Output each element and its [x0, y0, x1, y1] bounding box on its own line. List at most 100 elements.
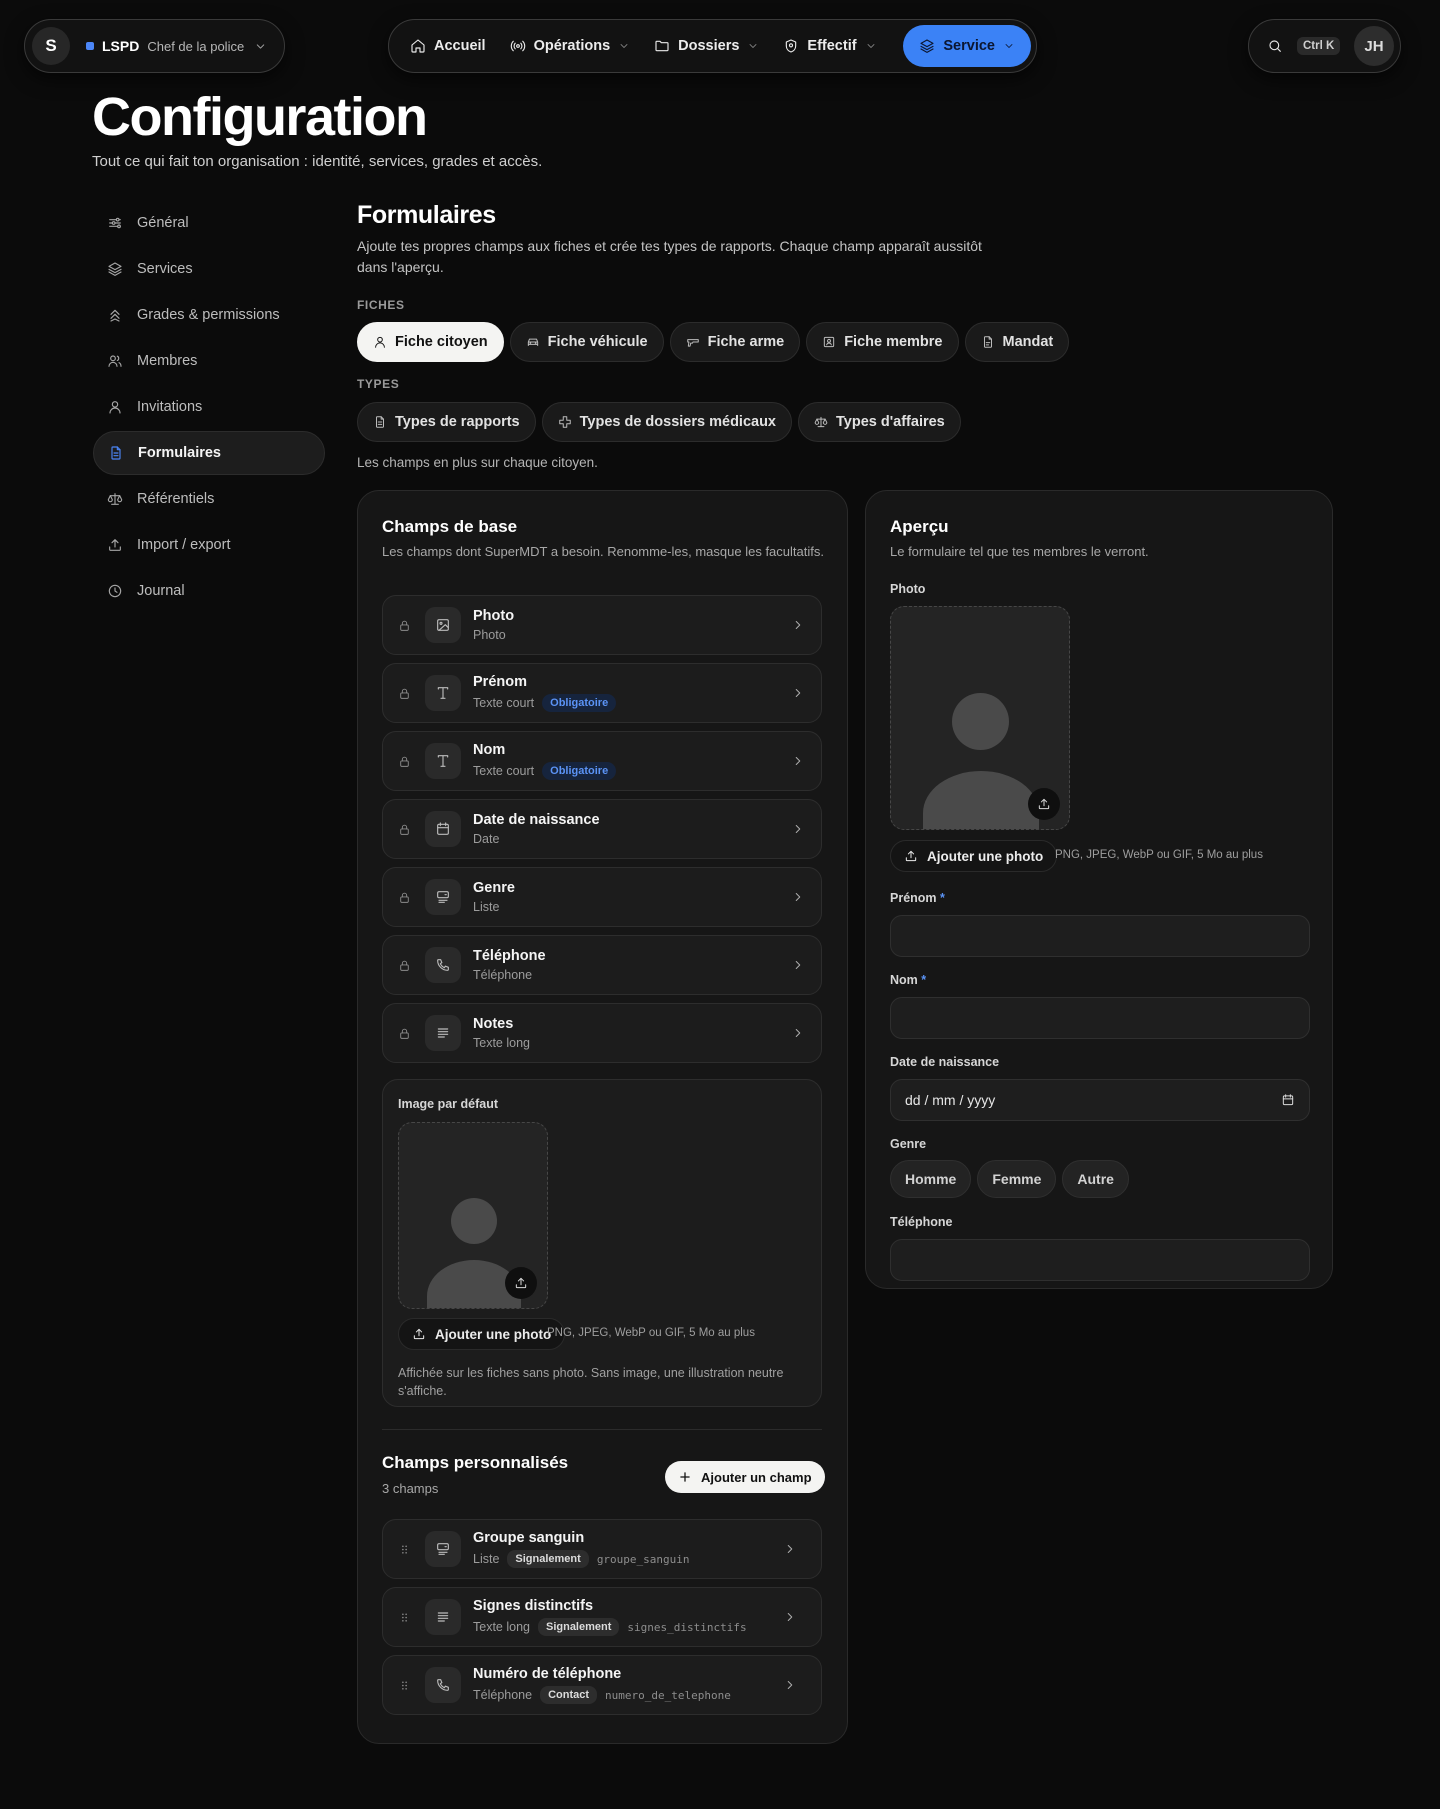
genre-option-homme[interactable]: Homme	[890, 1160, 972, 1198]
tab-label: Fiche citoyen	[395, 334, 488, 350]
sidebar-item-label: Formulaires	[138, 445, 221, 461]
custom-field-numero-telephone[interactable]: Numéro de téléphone Téléphone Contact nume…	[382, 1655, 822, 1715]
preview-dob-input[interactable]: dd / mm / yyyy	[890, 1079, 1310, 1121]
file-text-icon	[111, 446, 121, 460]
layers-icon	[108, 262, 122, 276]
lock-icon	[383, 959, 425, 972]
field-category-badge: Signalement	[537, 1618, 620, 1636]
phone-icon	[425, 1667, 461, 1703]
preview-photo-dropzone[interactable]	[890, 606, 1070, 830]
genre-option-autre[interactable]: Autre	[1062, 1160, 1129, 1198]
org-switcher[interactable]: S LSPD Chef de la police	[24, 19, 285, 73]
nav-service[interactable]: Service	[903, 25, 1031, 67]
file-text-icon	[376, 416, 384, 428]
section-divider	[382, 1429, 822, 1430]
clock-icon	[108, 584, 122, 598]
search-icon[interactable]	[1267, 38, 1283, 54]
tab-fiche-citoyen[interactable]: Fiche citoyen	[357, 322, 504, 362]
org-role: Chef de la police	[147, 38, 245, 54]
default-image-label: Image par défaut	[398, 1097, 499, 1111]
drag-handle-icon[interactable]	[383, 1611, 425, 1624]
custom-field-signes-distinctifs[interactable]: Signes distinctifs Texte long Signalement…	[382, 1587, 822, 1647]
sidebar-item-services[interactable]: Services	[93, 247, 325, 291]
default-image-upload-button[interactable]: Ajouter une photo	[398, 1318, 566, 1350]
org-name: LSPD	[102, 38, 140, 54]
sidebar-item-label: Général	[137, 215, 189, 231]
fiches-tabs: Fiche citoyen Fiche véhicule Fiche arme …	[357, 322, 1070, 362]
drag-handle-icon[interactable]	[383, 1543, 425, 1556]
toolbar-right: Ctrl K JH	[1248, 19, 1401, 73]
lock-icon	[383, 891, 425, 904]
preview-prenom-input[interactable]	[890, 915, 1310, 957]
preview-nom-input[interactable]	[890, 997, 1310, 1039]
base-fields-subtitle: Les champs dont SuperMDT a besoin. Renom…	[382, 544, 824, 559]
scale-icon	[107, 493, 123, 505]
genre-option-femme[interactable]: Femme	[977, 1160, 1057, 1198]
tab-types-rapports[interactable]: Types de rapports	[357, 402, 536, 442]
field-key: numero_de_telephone	[605, 1688, 731, 1702]
sidebar-item-referentiels[interactable]: Référentiels	[93, 477, 325, 521]
base-field-prenom[interactable]: Prénom Texte court Obligatoire	[382, 663, 822, 723]
base-field-notes[interactable]: Notes Texte long	[382, 1003, 822, 1063]
drag-handle-icon[interactable]	[383, 1679, 425, 1692]
section-description: Ajoute tes propres champs aux fiches et …	[357, 238, 982, 275]
preview-phone-input[interactable]	[890, 1239, 1310, 1281]
custom-fields-count: 3 champs	[382, 1481, 439, 1496]
tab-fiche-arme[interactable]: Fiche arme	[669, 322, 801, 362]
tab-fiche-membre[interactable]: Fiche membre	[806, 322, 959, 362]
sidebar-item-import-export[interactable]: Import / export	[93, 523, 325, 567]
upload-icon[interactable]	[1028, 788, 1060, 820]
sidebar-item-journal[interactable]: Journal	[93, 569, 325, 613]
section-hint: Les champs en plus sur chaque citoyen.	[357, 455, 598, 470]
lock-icon	[383, 687, 425, 700]
field-type: Liste	[473, 900, 500, 914]
tab-fiche-vehicule[interactable]: Fiche véhicule	[509, 322, 664, 362]
upload-icon[interactable]	[505, 1267, 537, 1299]
base-field-telephone[interactable]: Téléphone Téléphone	[382, 935, 822, 995]
preview-upload-button[interactable]: Ajouter une photo	[890, 840, 1058, 872]
sidebar-item-membres[interactable]: Membres	[93, 339, 325, 383]
chevrons-up-icon	[110, 309, 120, 322]
lock-icon	[383, 823, 425, 836]
sidebar-item-invitations[interactable]: Invitations	[93, 385, 325, 429]
upload-icon	[905, 850, 917, 862]
chevron-right-icon	[795, 1029, 801, 1037]
calendar-icon[interactable]	[1281, 1093, 1295, 1107]
add-field-button[interactable]: Ajouter un champ	[665, 1461, 825, 1493]
sidebar-item-label: Journal	[137, 583, 185, 599]
upload-hint: PNG, JPEG, WebP ou GIF, 5 Mo au plus	[1055, 849, 1263, 861]
gun-icon	[686, 339, 699, 347]
user-avatar[interactable]: JH	[1354, 26, 1394, 66]
base-field-date-naissance[interactable]: Date de naissance Date	[382, 799, 822, 859]
sidebar-item-formulaires[interactable]: Formulaires	[93, 431, 325, 475]
custom-field-groupe-sanguin[interactable]: Groupe sanguin Liste Signalement groupe_sa…	[382, 1519, 822, 1579]
base-field-genre[interactable]: Genre Liste	[382, 867, 822, 927]
calendar-icon	[425, 811, 461, 847]
radio-icon	[510, 40, 525, 52]
chevron-right-icon	[795, 893, 801, 901]
upload-label: Ajouter une photo	[927, 848, 1044, 864]
base-field-nom[interactable]: Nom Texte court Obligatoire	[382, 731, 822, 791]
field-category-badge: Contact	[540, 1686, 598, 1704]
base-field-photo[interactable]: Photo Photo	[382, 595, 822, 655]
default-image-dropzone[interactable]	[398, 1122, 548, 1309]
settings-sidebar: Général Services Grades & permissions Me…	[93, 201, 325, 615]
sidebar-item-grades[interactable]: Grades & permissions	[93, 293, 325, 337]
tab-types-dossiers-medicaux[interactable]: Types de dossiers médicaux	[541, 402, 792, 442]
org-status-dot	[86, 42, 94, 50]
field-type: Liste	[473, 1552, 500, 1566]
image-icon	[425, 607, 461, 643]
sidebar-item-general[interactable]: Général	[93, 201, 325, 245]
nav-operations[interactable]: Opérations	[499, 25, 642, 67]
preview-card: Aperçu Le formulaire tel que tes membres…	[865, 490, 1333, 1289]
field-key: signes_distinctifs	[627, 1620, 747, 1634]
lock-icon	[383, 755, 425, 768]
tab-types-affaires[interactable]: Types d'affaires	[798, 402, 961, 442]
nav-dossiers[interactable]: Dossiers	[643, 25, 770, 67]
field-name: Numéro de téléphone	[473, 1666, 622, 1682]
nav-accueil[interactable]: Accueil	[399, 25, 497, 67]
search-shortcut[interactable]: Ctrl K	[1297, 37, 1341, 55]
preview-photo-label: Photo	[890, 582, 926, 596]
tab-mandat[interactable]: Mandat	[964, 322, 1070, 362]
nav-effectif[interactable]: Effectif	[772, 25, 887, 67]
